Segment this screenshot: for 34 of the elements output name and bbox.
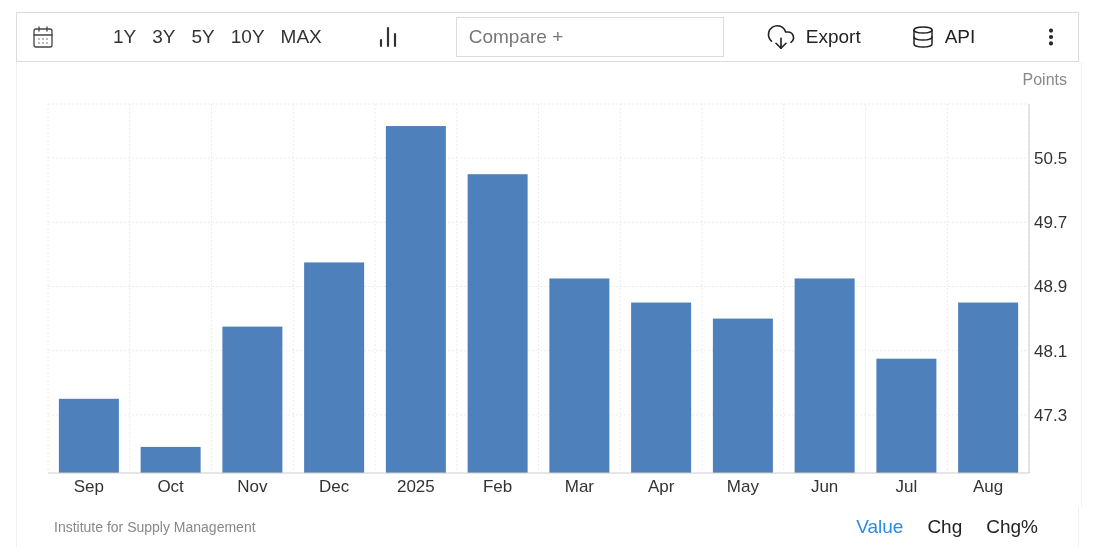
x-tick-label: Nov	[237, 477, 268, 496]
y-tick-label: 50.5	[1034, 149, 1068, 169]
export-button[interactable]: Export	[765, 22, 861, 52]
x-tick-label: Oct	[157, 477, 184, 496]
api-button[interactable]: API	[910, 22, 976, 52]
y-tick-label: 49.7	[1034, 213, 1068, 233]
x-tick-label: Dec	[319, 477, 350, 496]
x-tick-label: 2025	[396, 477, 435, 496]
range-button[interactable]: 10Y	[224, 20, 271, 54]
x-tick-label: Aug	[973, 477, 1004, 496]
x-tick-label: Apr	[647, 477, 675, 496]
calendar-icon[interactable]	[31, 25, 55, 49]
x-tick-label: Sep	[73, 477, 104, 496]
y-tick-label: 48.1	[1034, 341, 1068, 361]
range-button[interactable]: 3Y	[146, 20, 182, 54]
database-icon	[910, 25, 935, 49]
x-tick-label: Jun	[810, 477, 839, 496]
view-tab[interactable]: Value	[848, 512, 912, 542]
range-button[interactable]: 1Y	[107, 20, 143, 54]
x-tick-label: Mar	[564, 477, 594, 496]
range-button[interactable]: MAX	[274, 20, 328, 54]
x-tick-label: May	[726, 477, 759, 496]
source-text: Institute for Supply Management	[54, 517, 256, 537]
view-tab[interactable]: Chg%	[978, 512, 1046, 542]
cloud-download-icon	[765, 22, 796, 52]
y-tick-label: 47.3	[1034, 405, 1068, 425]
range-button[interactable]: 5Y	[185, 20, 221, 54]
compare-field[interactable]: Compare +	[455, 17, 724, 57]
bar	[140, 446, 201, 473]
y-axis-label: Points	[1022, 71, 1067, 88]
x-tick-label: Jul	[895, 477, 918, 496]
x-tick-label: Feb	[483, 477, 513, 496]
view-tab[interactable]: Chg	[919, 512, 971, 542]
y-tick-label: 48.9	[1034, 277, 1068, 297]
